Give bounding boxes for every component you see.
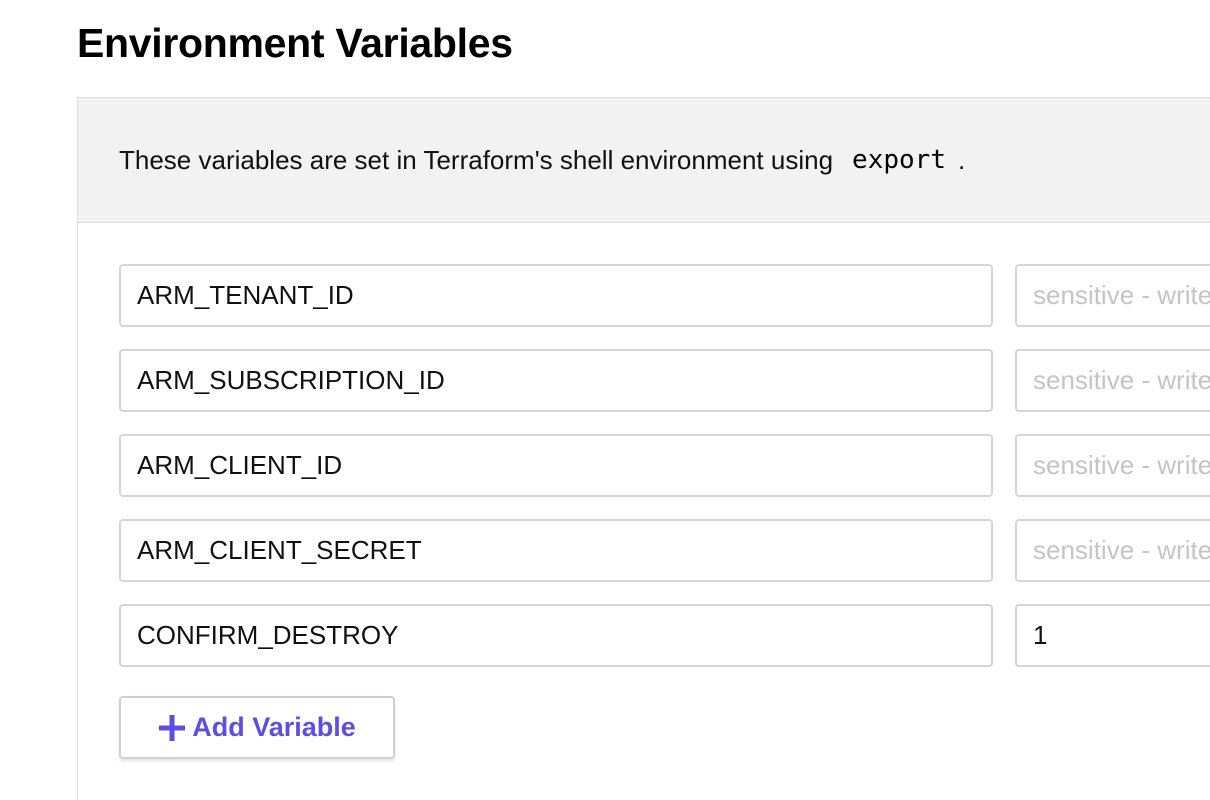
plus-icon — [159, 714, 186, 741]
variable-row — [119, 519, 1210, 582]
variable-row — [119, 434, 1210, 497]
variable-row — [119, 349, 1210, 412]
variable-key-input[interactable] — [119, 519, 993, 582]
variable-key-input[interactable] — [119, 349, 993, 412]
panel-description: These variables are set in Terraform's s… — [78, 98, 1210, 223]
add-variable-label: Add Variable — [192, 712, 356, 742]
variable-row — [119, 264, 1210, 327]
description-end: . — [957, 144, 966, 175]
variable-value-input[interactable] — [1015, 264, 1210, 327]
page: Environment Variables These variables ar… — [0, 0, 1210, 800]
variable-row — [119, 604, 1210, 667]
variable-key-input[interactable] — [119, 434, 993, 497]
section-title: Environment Variables — [77, 20, 513, 66]
description-text: These variables are set in Terraform's s… — [119, 144, 834, 175]
env-variables-panel: These variables are set in Terraform's s… — [77, 97, 1210, 800]
variable-key-input[interactable] — [119, 604, 993, 667]
variable-value-input[interactable] — [1015, 434, 1210, 497]
variable-value-input[interactable] — [1015, 349, 1210, 412]
variable-rows — [119, 264, 1210, 689]
export-code: export — [852, 145, 946, 175]
variable-value-input[interactable] — [1015, 604, 1210, 667]
variable-value-input[interactable] — [1015, 519, 1210, 582]
add-variable-button[interactable]: Add Variable — [119, 696, 395, 759]
variable-key-input[interactable] — [119, 264, 993, 327]
